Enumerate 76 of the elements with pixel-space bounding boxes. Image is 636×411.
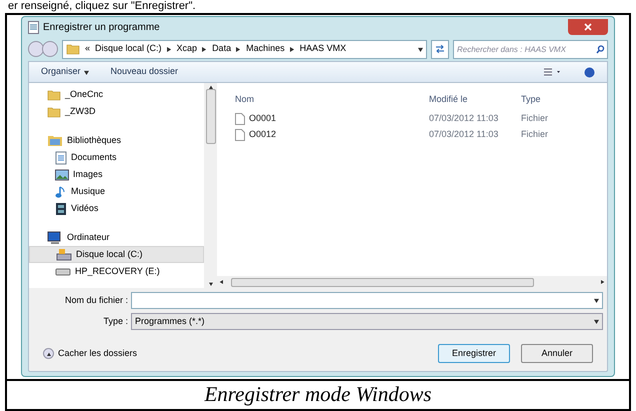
- scroll-down-icon: [208, 282, 212, 286]
- chevron-icon: [236, 46, 242, 52]
- scroll-left-icon: [219, 280, 223, 284]
- collapse-arrow-icon: [46, 352, 50, 356]
- file-icon: [235, 129, 245, 141]
- music-note-icon: [55, 184, 67, 198]
- sidebar-item[interactable]: _ZW3D: [29, 103, 204, 120]
- sidebar-item[interactable]: Documents: [29, 149, 204, 166]
- caption: Enregistrer mode Windows: [204, 381, 432, 408]
- type-dropdown[interactable]: Programmes (*.*): [131, 313, 603, 330]
- chevron-icon: [202, 46, 208, 52]
- view-options-icon: [544, 68, 562, 76]
- dialog-button[interactable]: Annuler: [521, 344, 593, 363]
- field-label: Nom du fichier :: [64, 294, 128, 307]
- document-icon: [28, 20, 39, 34]
- sidebar-item[interactable]: Images: [29, 166, 204, 183]
- forward-button[interactable]: [42, 41, 58, 57]
- table-cell-text: Fichier: [521, 112, 550, 126]
- film-icon: [55, 202, 67, 216]
- sidebar-item[interactable]: Bibliothèques: [29, 132, 204, 149]
- column-header[interactable]: Nom: [235, 93, 429, 111]
- sidebar-item[interactable]: HP_RECOVERY (E:): [29, 263, 204, 280]
- breadcrumb-item[interactable]: Data: [212, 42, 232, 56]
- file-icon: [235, 113, 245, 125]
- scrollbar-thumb[interactable]: [230, 278, 534, 286]
- column-header[interactable]: Type: [521, 93, 581, 111]
- sidebar-item[interactable]: Ordinateur: [29, 229, 204, 246]
- refresh-button[interactable]: [431, 40, 449, 58]
- refresh-arrows-icon: [435, 45, 445, 53]
- library-icon: [47, 134, 63, 147]
- close-icon: [584, 23, 592, 31]
- field-label: Type :: [102, 314, 128, 328]
- breadcrumb-item[interactable]: HAAS VMX: [300, 42, 346, 56]
- sidebar-item[interactable]: Disque local (C:): [29, 246, 204, 263]
- sidebar-item[interactable]: Vidéos: [29, 200, 204, 217]
- folder-icon: [47, 106, 61, 118]
- toolbar-button[interactable]: Organiser: [41, 65, 89, 79]
- drive-icon: [56, 248, 72, 261]
- search-icon: [596, 44, 605, 54]
- dialog-button[interactable]: Enregistrer: [438, 344, 510, 363]
- breadcrumb-item[interactable]: Xcap: [176, 42, 198, 56]
- table-cell-text: Fichier: [521, 128, 550, 142]
- toolbar-button[interactable]: Nouveau dossier: [110, 65, 178, 79]
- breadcrumb-item[interactable]: «: [85, 42, 90, 56]
- document-icon: [55, 150, 67, 164]
- back-button[interactable]: [28, 41, 44, 57]
- sidebar-item[interactable]: _OneCnc: [29, 86, 204, 103]
- scrollbar-thumb[interactable]: [206, 89, 216, 144]
- file-name[interactable]: O0012: [249, 128, 276, 142]
- body-text: er renseigné, cliquez sur "Enregistrer".: [8, 0, 196, 12]
- address-bar[interactable]: « Disque local (C:) Xcap Data Machines HAAS VMX: [62, 40, 427, 58]
- dropdown-caret-icon: [418, 46, 423, 52]
- folder-icon: [47, 88, 61, 100]
- search-field[interactable]: Rechercher dans : HAAS VMX: [453, 40, 608, 58]
- breadcrumb-item[interactable]: Disque local (C:): [95, 42, 162, 56]
- close-button[interactable]: [568, 19, 608, 35]
- dropdown-caret-icon: [594, 298, 599, 303]
- caret-icon: [84, 70, 89, 74]
- dropdown-caret-icon: [594, 319, 599, 324]
- table-cell-text: 07/03/2012 11:03: [429, 112, 500, 126]
- scroll-right-icon: [601, 280, 605, 284]
- chevron-icon: [166, 46, 172, 52]
- image-icon: [55, 168, 69, 180]
- filename-field[interactable]: [131, 292, 603, 309]
- file-name[interactable]: O0001: [249, 112, 276, 126]
- folder-icon: [66, 43, 80, 55]
- drive-icon: [55, 266, 71, 276]
- help-icon: [584, 66, 595, 78]
- chevron-icon: [290, 46, 295, 52]
- sidebar-item[interactable]: Musique: [29, 183, 204, 200]
- computer-icon: [47, 230, 63, 244]
- table-cell-text: 07/03/2012 11:03: [429, 128, 500, 142]
- breadcrumb-item[interactable]: Machines: [246, 42, 285, 56]
- window-title: Enregistrer un programme: [43, 20, 160, 34]
- column-header[interactable]: Modifié le: [429, 93, 521, 111]
- hide-folders-button[interactable]: Cacher les dossiers: [43, 346, 138, 360]
